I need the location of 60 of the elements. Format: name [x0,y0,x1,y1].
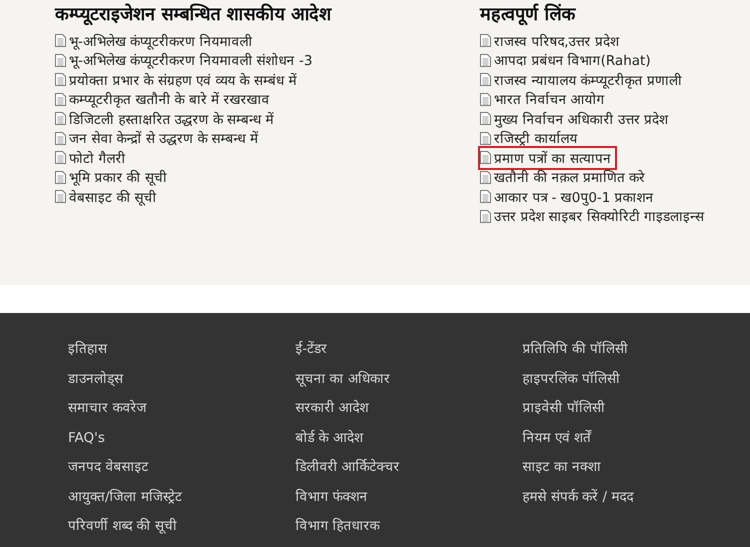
document-icon [480,190,491,204]
footer-link[interactable]: सूचना का अधिकार [295,368,390,398]
footer-link[interactable]: डाउनलोड्स [68,368,123,398]
footer-link[interactable]: नियम एवं शर्तें [522,428,592,457]
link[interactable]: डिजिटली हस्ताक्षरित उद्धरण के सम्बन्ध में [69,110,274,128]
footer-link[interactable]: सरकारी आदेश [295,398,369,428]
document-icon [55,132,66,145]
footer-link[interactable]: परिवर्णी शब्द की सूची [68,516,177,546]
link[interactable]: आकार पत्र - ख0पु0-1 प्रकाशन [494,188,654,206]
document-icon [55,190,66,204]
document-icon [480,170,491,184]
document-icon [480,54,491,67]
footer-link[interactable]: विभाग फंक्शन [295,486,368,516]
document-icon [480,112,491,126]
link[interactable]: भूमि प्रकार की सूची [69,168,167,186]
footer-link[interactable]: आयुक्त/जिला मजिस्ट्रेट [68,486,182,516]
link[interactable]: भू-अभिलेख कंप्यूटरीकरण नियमावली संशोधन -3 [69,51,312,70]
section-heading: महत्वपूर्ण लिंक [480,2,577,28]
section-heading: कम्प्यूटराइजेशन सम्बन्धित शासकीय आदेश [55,2,333,28]
footer-link[interactable]: प्राइवेसी पॉलिसी [522,398,605,428]
link[interactable]: प्रयोक्ता प्रभार के संग्रहण एवं व्यय के सम्बंध में [69,70,296,89]
link[interactable]: राजस्व परिषद,उत्तर प्रदेश [494,32,619,50]
footer-link[interactable]: साइट का नक्शा [522,457,602,486]
document-icon [55,73,66,86]
link[interactable]: भू-अभिलेख कंप्यूटरीकरण नियमावली [69,32,252,50]
document-icon [55,92,66,106]
link[interactable]: प्रमाण पत्रों का सत्यापन [494,148,611,167]
document-icon [480,132,491,145]
document-icon [55,112,66,126]
footer-link[interactable]: जनपद वेबसाइट [68,457,148,486]
link[interactable]: मुख्य निर्वाचन अधिकारी उत्तर प्रदेश [494,110,668,128]
link[interactable]: रजिस्ट्री कार्यालय [494,129,578,148]
document-icon [55,54,66,67]
document-icon [480,210,491,223]
footer-link[interactable]: समाचार कवरेज [68,398,146,428]
footer-link[interactable]: हाइपरलिंक पॉलिसी [522,368,620,398]
document-icon [55,151,66,164]
link[interactable]: जन सेवा केन्द्रों से उद्धरण के सम्बन्ध में [69,129,258,148]
footer-link[interactable]: बोर्ड के आदेश [295,428,363,457]
footer-link[interactable]: डिलीवरी आर्किटेक्चर [295,457,400,486]
link[interactable]: खतौनी की नक़ल प्रमाणित करे [494,168,646,186]
footer-link[interactable]: FAQ's [68,428,105,457]
document-icon [480,34,491,48]
link[interactable]: उत्तर प्रदेश साइबर सिक्योरिटी गाइडलाइन्स [494,207,704,226]
footer-link[interactable]: हमसे संपर्क करें / मदद [522,486,634,516]
link[interactable]: आपदा प्रबंधन विभाग(Rahat) [494,51,651,70]
footer-link[interactable]: प्रतिलिपि की पॉलिसी [522,339,628,368]
link[interactable]: कम्प्यूटरीकृत खतौनी के बारे में रखरखाव [69,90,270,108]
footer-link[interactable]: ई-टेंडर [295,339,328,368]
link[interactable]: भारत निर्वाचन आयोग [494,90,605,108]
document-icon [480,73,491,86]
footer-link[interactable]: विभाग हितधारक [295,516,380,546]
footer-link[interactable]: इतिहास [68,339,107,368]
document-icon [480,92,491,106]
document-icon [55,34,66,48]
link[interactable]: फोटो गैलरी [69,148,126,167]
document-icon [55,170,66,184]
link[interactable]: वेबसाइट की सूची [69,188,157,206]
document-icon [480,151,491,164]
link[interactable]: राजस्व न्यायालय कंम्प्यूटरीकृत प्रणाली [494,70,682,89]
